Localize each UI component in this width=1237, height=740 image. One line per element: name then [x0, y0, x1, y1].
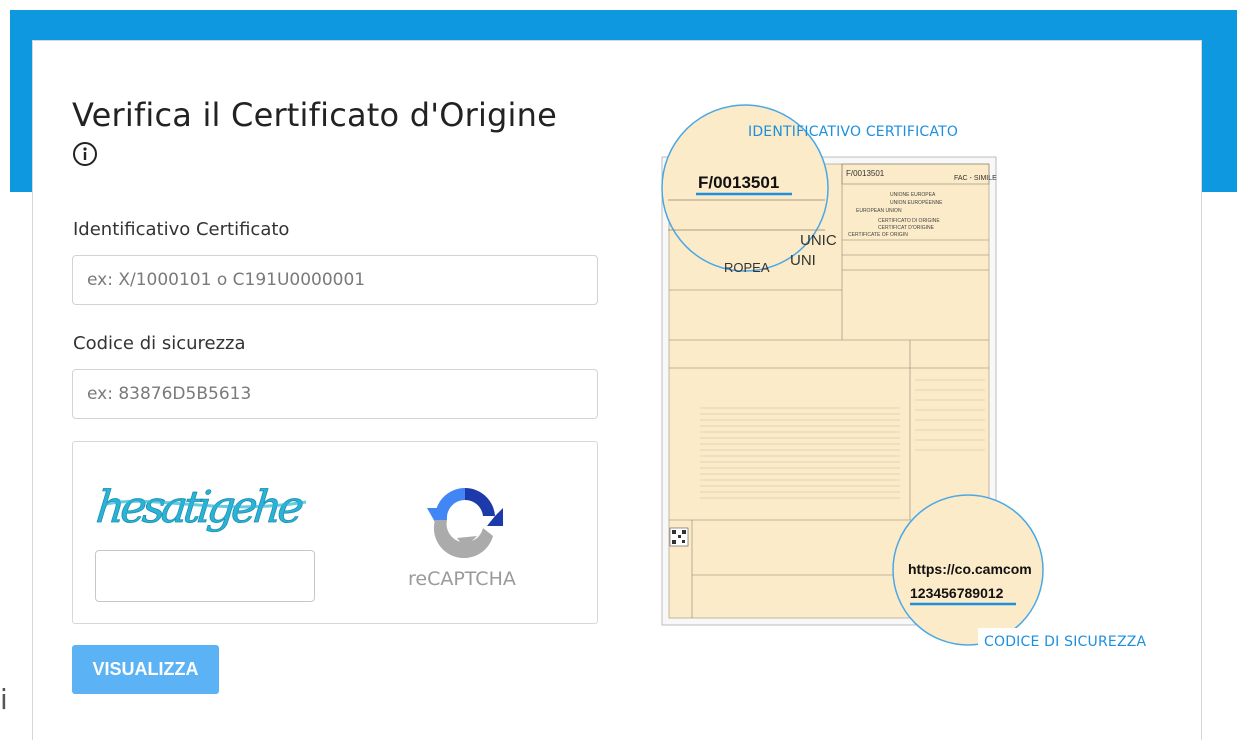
left-edge-glyph: i	[0, 683, 8, 716]
certificate-id-input[interactable]	[72, 255, 598, 305]
page-title: Verifica il Certificato d'Origine	[72, 96, 558, 134]
callout-certificate-id: IDENTIFICATIVO CERTIFICATO	[748, 124, 959, 140]
view-button[interactable]: VISUALIZZA	[72, 645, 219, 694]
doc-line-2: UNION EUROPÉENNE	[890, 199, 943, 206]
svg-text:ROPEA: ROPEA	[724, 260, 770, 275]
callout-security-code: CODICE DI SICUREZZA	[984, 634, 1147, 650]
captcha-image: hesatigehe	[96, 482, 307, 533]
certificate-illustration: F/0013501 FAC - SIMILE UNIONE EUROPEA UN…	[660, 100, 1200, 660]
header-number: F/0013501	[846, 169, 885, 178]
security-code-input[interactable]	[72, 369, 598, 419]
doc-line-5: CERTIFICAT D'ORIGINE	[878, 225, 935, 231]
qr-code	[669, 527, 689, 547]
captcha-input[interactable]	[95, 550, 315, 602]
svg-text:UNIC: UNIC	[800, 232, 837, 249]
captcha-text: hesatigehe	[96, 482, 306, 533]
info-circle-icon[interactable]	[72, 141, 98, 167]
id-label: Identificativo Certificato	[73, 219, 290, 240]
magnified-url: https://co.camcom	[908, 561, 1032, 577]
doc-line-6: CERTIFICATE OF ORIGIN	[848, 232, 908, 238]
recaptcha-icon[interactable]	[425, 478, 505, 558]
magnified-id: F/0013501	[698, 173, 779, 192]
magnified-code: 123456789012	[910, 585, 1004, 601]
recaptcha-label: reCAPTCHA	[408, 568, 516, 590]
svg-text:UNI: UNI	[790, 252, 816, 269]
doc-line-1: UNIONE EUROPEA	[890, 192, 936, 198]
certificate-preview: F/0013501 FAC - SIMILE UNIONE EUROPEA UN…	[661, 104, 1154, 654]
facsimile-label: FAC - SIMILE	[954, 175, 997, 182]
doc-line-3: EUROPEAN UNION	[856, 208, 902, 214]
doc-line-4: CERTIFICATO DI ORIGINE	[878, 218, 940, 224]
security-code-label: Codice di sicurezza	[73, 333, 246, 354]
